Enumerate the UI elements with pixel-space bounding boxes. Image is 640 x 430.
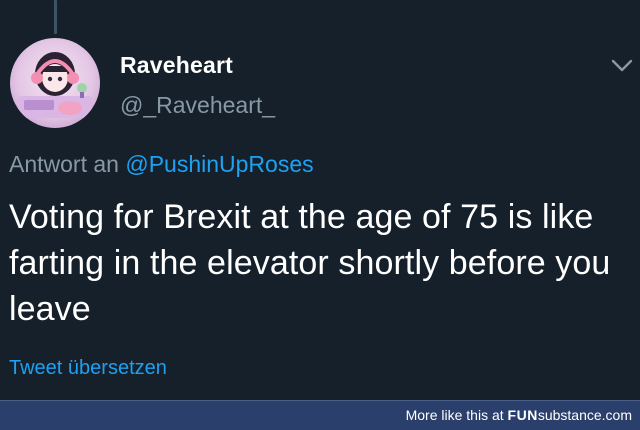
tweet-text: Voting for Brexit at the age of 75 is li… bbox=[9, 198, 611, 328]
reply-context: Antwort an @PushinUpRoses bbox=[9, 151, 314, 178]
reply-prefix: Antwort an bbox=[9, 151, 119, 177]
watermark-text: More like this at FUNsubstance.com bbox=[406, 407, 632, 423]
reply-mention-link[interactable]: @PushinUpRoses bbox=[125, 151, 313, 177]
watermark-brand-sub: substance bbox=[537, 407, 602, 423]
anime-girl-avatar-icon bbox=[10, 38, 100, 128]
avatar[interactable] bbox=[10, 38, 100, 128]
watermark-brand-fun: FUN bbox=[507, 407, 538, 423]
watermark-footer: More like this at FUNsubstance.com bbox=[0, 400, 640, 430]
user-handle[interactable]: @_Raveheart_ bbox=[120, 92, 275, 119]
translate-tweet-link[interactable]: Tweet übersetzen bbox=[9, 357, 167, 380]
tweet-card[interactable]: Raveheart @_Raveheart_ Antwort an @Pushi… bbox=[0, 0, 640, 400]
watermark-brand-tld: .com bbox=[601, 407, 632, 423]
watermark-prefix: More like this at bbox=[405, 407, 504, 423]
chevron-down-icon[interactable] bbox=[610, 58, 634, 74]
display-name[interactable]: Raveheart bbox=[120, 52, 233, 79]
thread-line bbox=[54, 0, 57, 34]
